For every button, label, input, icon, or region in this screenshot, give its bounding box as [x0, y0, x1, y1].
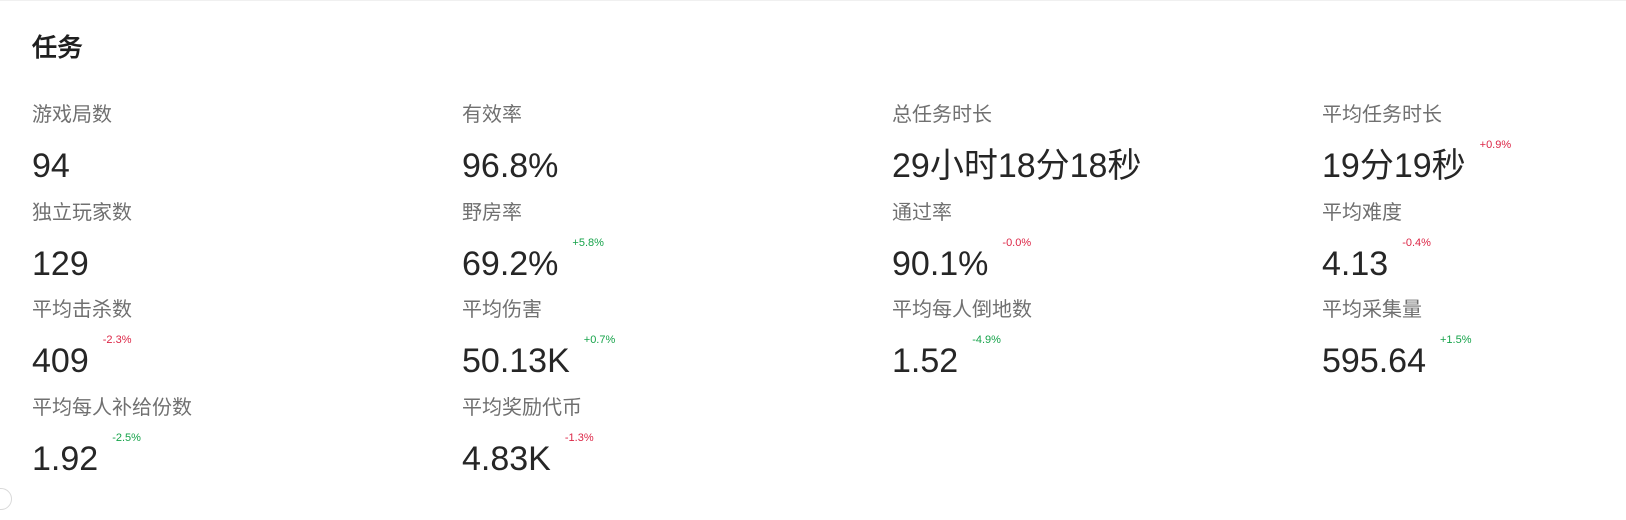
stat-card-total-mission-time: 总任务时长 29小时18分18秒: [892, 100, 1322, 198]
stat-card-avg-supplies-per-player: 平均每人补给份数 1.92 -2.5%: [32, 393, 462, 491]
stat-value-row: 19分19秒 +0.9%: [1322, 139, 1511, 186]
stats-grid: 游戏局数 94 有效率 96.8% 总任务时长 29小时18分18秒 平均任务时…: [32, 100, 1626, 490]
stat-label: 平均难度: [1322, 199, 1402, 224]
stat-value-row: 94: [32, 146, 84, 186]
stat-card-valid-rate: 有效率 96.8%: [462, 100, 892, 198]
stat-value-row: 409 -2.3%: [32, 334, 131, 381]
stat-value-row: 4.13 -0.4%: [1322, 237, 1431, 284]
stat-value-row: 50.13K +0.7%: [462, 334, 615, 381]
stat-label: 野房率: [462, 199, 522, 224]
stat-label: 独立玩家数: [32, 199, 132, 224]
stat-change: -2.5%: [112, 431, 141, 444]
stat-value: 4.83K: [462, 439, 551, 478]
stat-value: 90.1%: [892, 244, 989, 283]
stat-card-pass-rate: 通过率 90.1% -0.0%: [892, 198, 1322, 296]
stat-label: 平均任务时长: [1322, 102, 1442, 126]
stat-value: 1.52: [892, 342, 959, 380]
stat-change: +0.9%: [1479, 139, 1512, 151]
stat-card-avg-downs-per-player: 平均每人倒地数 1.52 -4.9%: [892, 295, 1322, 393]
stat-value-row: 1.92 -2.5%: [32, 432, 141, 479]
stat-value-row: 4.83K -1.3%: [462, 432, 594, 479]
stat-card-avg-reward-tokens: 平均奖励代币 4.83K -1.3%: [462, 393, 892, 491]
stat-card-public-room-rate: 野房率 69.2% +5.8%: [462, 198, 892, 296]
stat-value-row: 69.2% +5.8%: [462, 237, 604, 284]
stat-value: 409: [32, 342, 89, 380]
stat-change: -0.4%: [1402, 236, 1431, 249]
stat-change: -0.0%: [1002, 236, 1032, 249]
stat-change: +0.7%: [583, 334, 616, 346]
stat-value: 595.64: [1322, 342, 1426, 380]
stat-value-row: 29小时18分18秒: [892, 146, 1155, 186]
stat-value: 1.92: [32, 439, 99, 478]
stat-label: 平均击杀数: [32, 297, 132, 321]
top-divider: [0, 0, 1626, 1]
stat-card-avg-difficulty: 平均难度 4.13 -0.4%: [1322, 198, 1626, 296]
stat-card-game-count: 游戏局数 94: [32, 100, 462, 198]
stat-label: 有效率: [462, 102, 522, 126]
section-title: 任务: [32, 33, 84, 62]
stat-change: -4.9%: [972, 334, 1001, 346]
stat-change: +1.5%: [1440, 334, 1472, 346]
stat-label: 游戏局数: [32, 102, 112, 126]
stat-label: 平均每人倒地数: [892, 297, 1032, 321]
stat-label: 总任务时长: [892, 102, 992, 126]
stat-value: 129: [32, 244, 89, 283]
stat-value: 4.13: [1322, 244, 1389, 283]
stat-value-row: 96.8%: [462, 146, 572, 186]
stat-value-row: 90.1% -0.0%: [892, 237, 1031, 284]
stat-value-row: 595.64 +1.5%: [1322, 334, 1472, 381]
stat-card-avg-damage: 平均伤害 50.13K +0.7%: [462, 295, 892, 393]
stat-value: 50.13K: [462, 342, 570, 380]
stat-value-row: 129: [32, 244, 103, 284]
floating-edge-button[interactable]: [0, 488, 12, 510]
stat-label: 平均奖励代币: [462, 394, 582, 419]
stat-change: -1.3%: [564, 431, 594, 444]
stat-value: 29小时18分18秒: [892, 147, 1142, 185]
stat-card-avg-mission-time: 平均任务时长 19分19秒 +0.9%: [1322, 100, 1626, 198]
stat-card-unique-players: 独立玩家数 129: [32, 198, 462, 296]
stat-value: 94: [32, 147, 70, 185]
stat-change: +5.8%: [572, 236, 604, 249]
stat-value: 69.2%: [462, 244, 559, 283]
stat-value: 96.8%: [462, 147, 559, 185]
stat-value: 19分19秒: [1322, 147, 1466, 185]
stat-label: 平均每人补给份数: [32, 394, 192, 419]
stat-card-avg-kills: 平均击杀数 409 -2.3%: [32, 295, 462, 393]
stat-label: 平均采集量: [1322, 297, 1422, 321]
stat-label: 平均伤害: [462, 297, 542, 321]
stat-value-row: 1.52 -4.9%: [892, 334, 1001, 381]
stat-label: 通过率: [892, 199, 952, 224]
stat-card-avg-collection: 平均采集量 595.64 +1.5%: [1322, 295, 1626, 393]
stat-change: -2.3%: [102, 334, 132, 346]
